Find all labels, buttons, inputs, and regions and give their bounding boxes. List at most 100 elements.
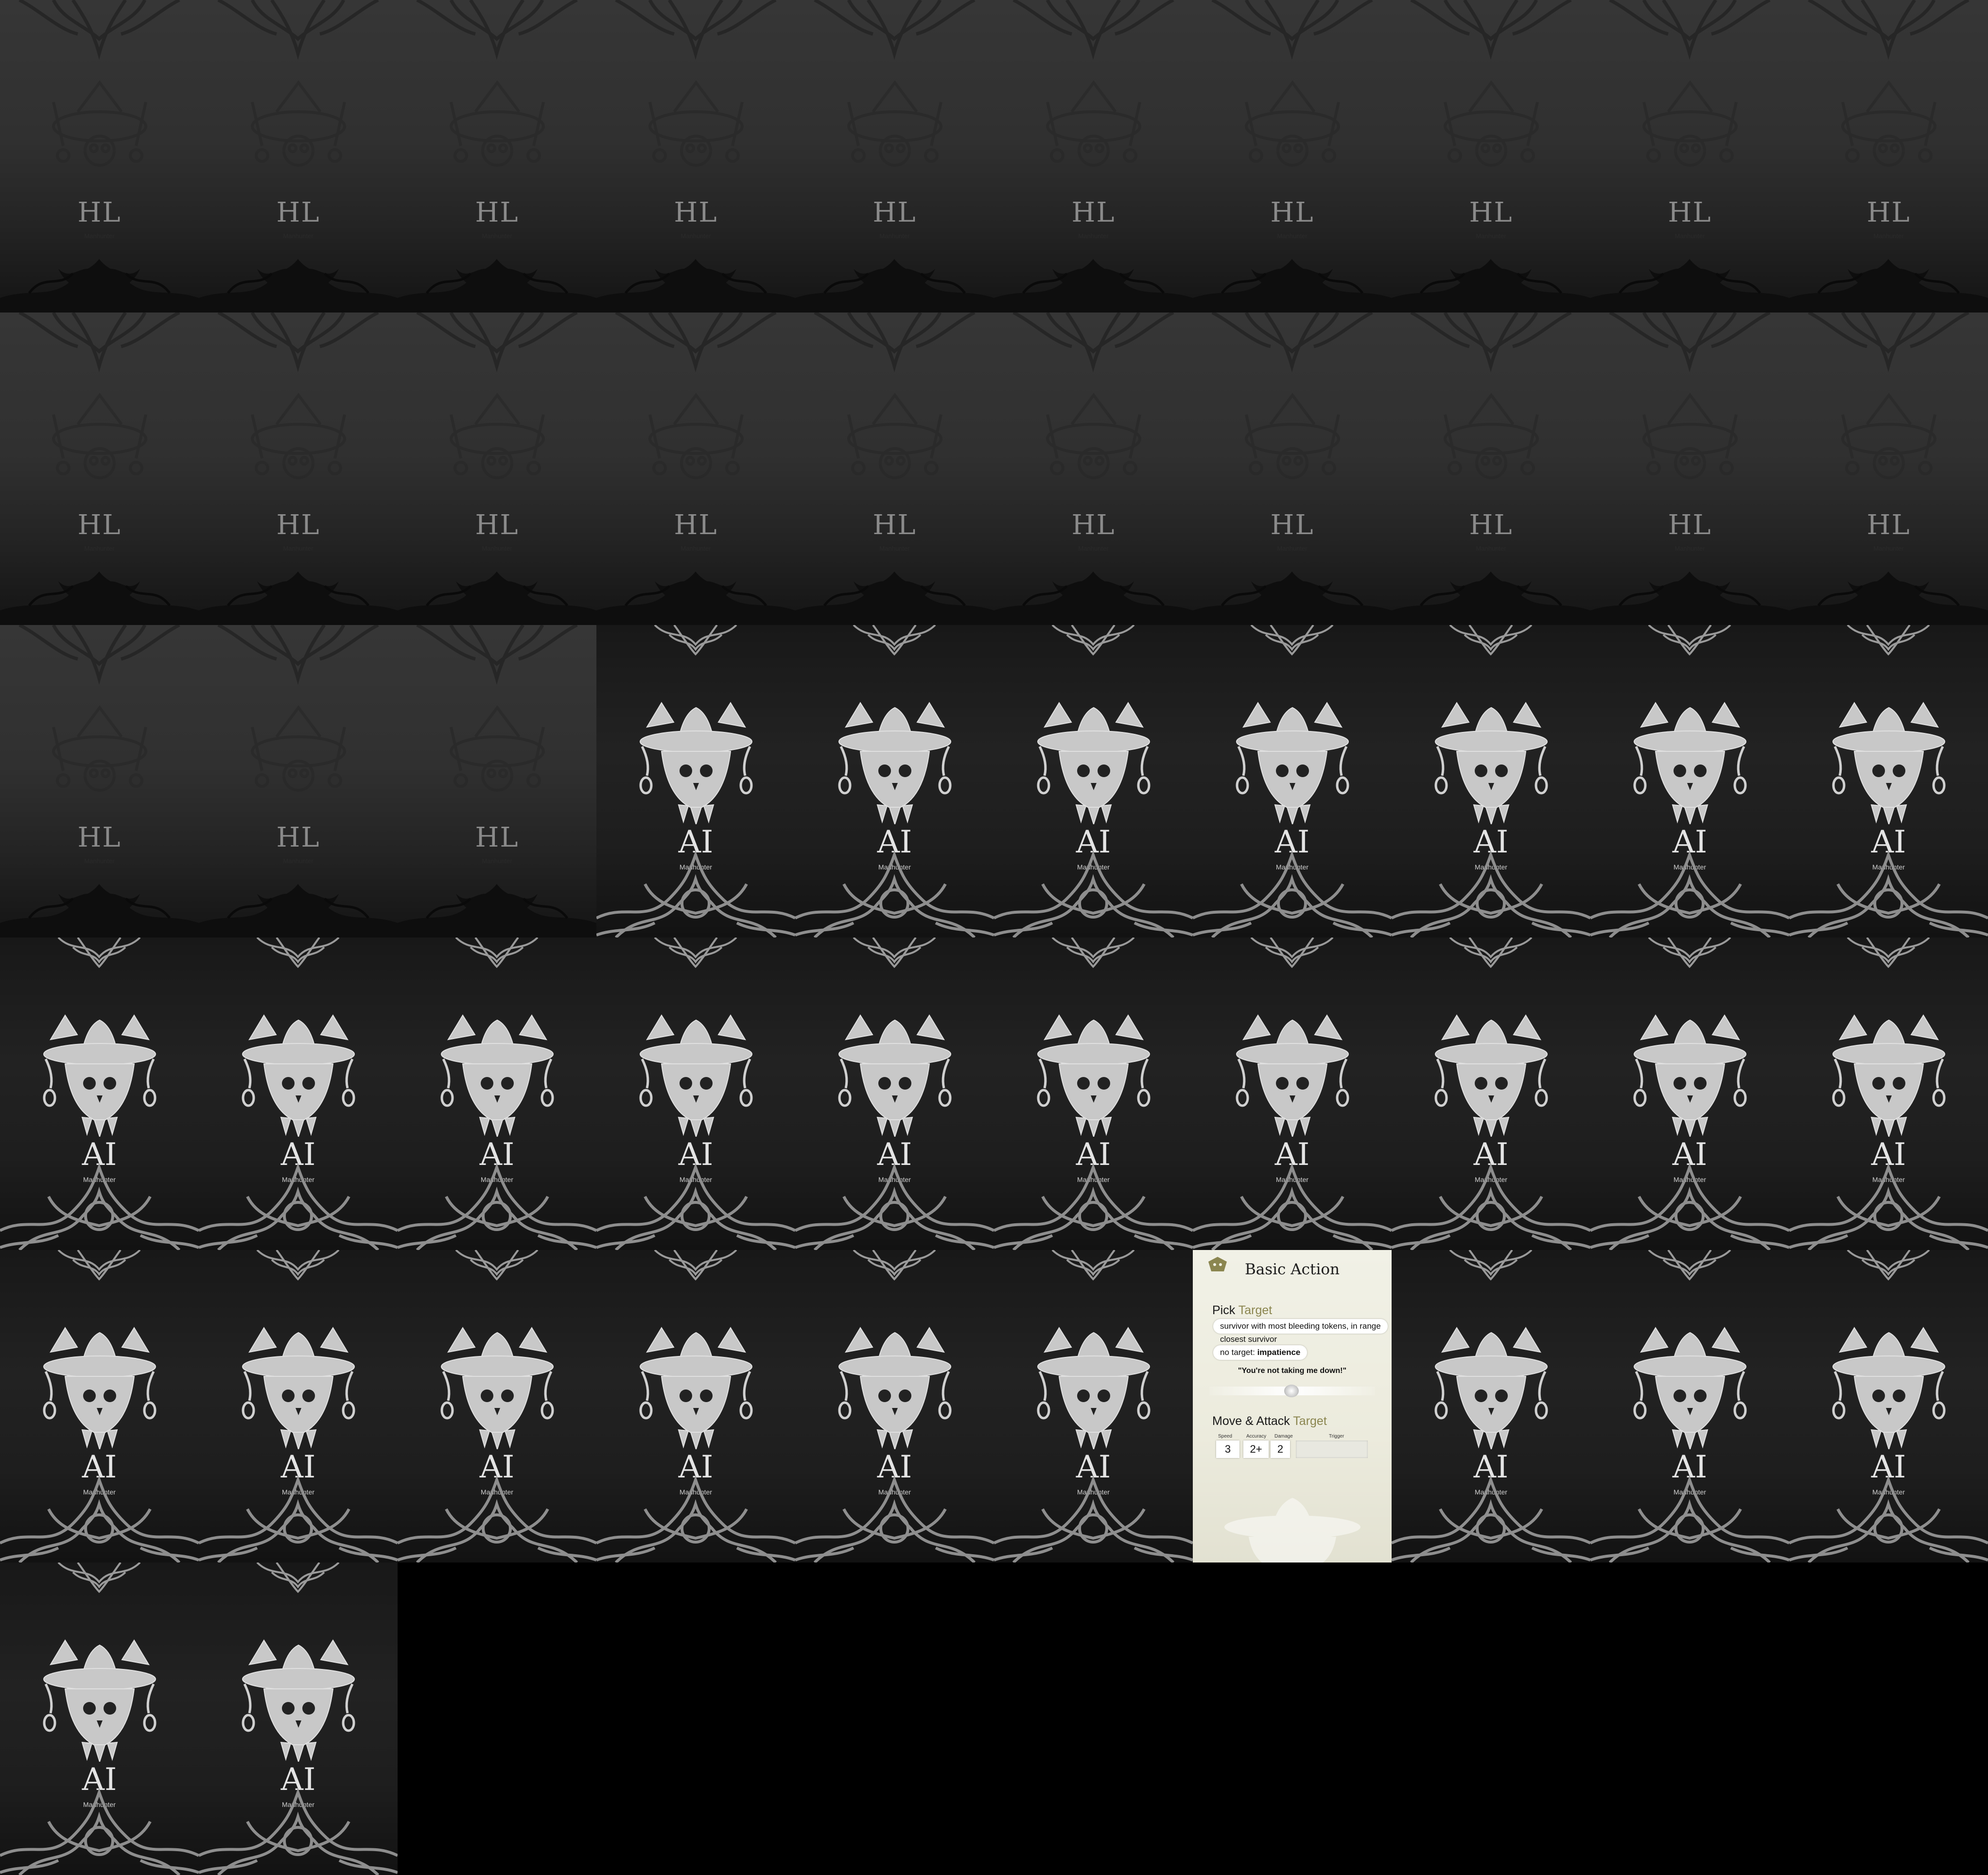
manhunter-skull-emblem bbox=[251, 393, 346, 479]
ai-card-back[interactable]: AI Manhunter bbox=[1789, 938, 1988, 1250]
hl-card-back[interactable]: HL Manhunter bbox=[1590, 312, 1789, 625]
hl-card-back[interactable]: HL Manhunter bbox=[0, 625, 199, 938]
hl-card-back[interactable]: HL Manhunter bbox=[795, 0, 994, 312]
manhunter-skull-emblem bbox=[1642, 80, 1738, 167]
manhunter-skull-emblem bbox=[1841, 393, 1936, 479]
ai-card-back[interactable]: AI Manhunter bbox=[994, 1250, 1193, 1562]
ai-card-back[interactable]: AI Manhunter bbox=[596, 625, 795, 938]
basic-action-card[interactable]: Basic Action Pick Target survivor with m… bbox=[1193, 1250, 1392, 1562]
ai-card-back[interactable]: AI Manhunter bbox=[0, 938, 199, 1250]
ai-card-back[interactable]: AI Manhunter bbox=[398, 938, 596, 1250]
card-type-code: HL bbox=[1668, 197, 1712, 228]
hl-card-back[interactable]: HL Manhunter bbox=[1392, 0, 1590, 312]
hl-card-back[interactable]: HL Manhunter bbox=[199, 0, 398, 312]
hl-card-back[interactable]: HL Manhunter bbox=[0, 312, 199, 625]
hl-card-back[interactable]: HL Manhunter bbox=[596, 0, 795, 312]
monster-name: Manhunter bbox=[1476, 545, 1506, 552]
filigree-bottom-ornament bbox=[1193, 850, 1392, 938]
ai-card-back[interactable]: AI Manhunter bbox=[199, 1250, 398, 1562]
hl-card-back[interactable]: HL Manhunter bbox=[1392, 312, 1590, 625]
speed-value: 3 bbox=[1216, 1441, 1239, 1458]
hl-card-back[interactable]: HL Manhunter bbox=[994, 312, 1193, 625]
manhunter-skull-emblem bbox=[43, 1327, 157, 1449]
ai-card-back[interactable]: AI Manhunter bbox=[1193, 625, 1392, 938]
ai-card-back[interactable]: AI Manhunter bbox=[994, 938, 1193, 1250]
filigree-bottom-ornament bbox=[0, 1475, 199, 1562]
monster-name: Manhunter bbox=[84, 545, 115, 552]
filigree-bottom-ornament bbox=[1193, 259, 1392, 312]
card-title: Basic Action bbox=[1244, 1261, 1340, 1278]
filigree-top-ornament bbox=[256, 938, 340, 968]
ai-card-back[interactable]: AI Manhunter bbox=[795, 938, 994, 1250]
ai-card-back[interactable]: AI Manhunter bbox=[398, 1250, 596, 1562]
hl-card-back[interactable]: HL Manhunter bbox=[596, 312, 795, 625]
hl-card-back[interactable]: HL Manhunter bbox=[398, 625, 596, 938]
manhunter-skull-emblem bbox=[1245, 393, 1340, 479]
ai-card-back[interactable]: AI Manhunter bbox=[795, 1250, 994, 1562]
manhunter-skull-emblem bbox=[440, 1014, 554, 1137]
filigree-bottom-ornament bbox=[1392, 572, 1590, 625]
hl-card-back[interactable]: HL Manhunter bbox=[1193, 312, 1392, 625]
ai-card-back[interactable]: AI Manhunter bbox=[199, 1562, 398, 1875]
divider-knob-icon bbox=[1284, 1385, 1299, 1397]
monster-name: Manhunter bbox=[1873, 232, 1904, 240]
filigree-top-ornament bbox=[853, 625, 936, 656]
filigree-bottom-ornament bbox=[0, 1788, 199, 1875]
filigree-bottom-ornament bbox=[596, 850, 795, 938]
ai-card-back[interactable]: AI Manhunter bbox=[1590, 1250, 1789, 1562]
ai-card-back[interactable]: AI Manhunter bbox=[1789, 625, 1988, 938]
card-type-code: HL bbox=[674, 509, 718, 541]
monster-name: Manhunter bbox=[1277, 545, 1308, 552]
filigree-top-ornament bbox=[1449, 625, 1533, 656]
ai-card-back[interactable]: AI Manhunter bbox=[596, 1250, 795, 1562]
card-type-code: HL bbox=[1071, 509, 1116, 541]
filigree-top-ornament bbox=[654, 938, 737, 968]
filigree-bottom-ornament bbox=[1590, 1475, 1789, 1562]
filigree-top-ornament bbox=[1847, 625, 1930, 656]
filigree-bottom-ornament bbox=[1590, 1163, 1789, 1250]
hl-card-back[interactable]: HL Manhunter bbox=[398, 312, 596, 625]
hl-card-back[interactable]: HL Manhunter bbox=[1789, 0, 1988, 312]
hl-card-back[interactable]: HL Manhunter bbox=[0, 0, 199, 312]
target-option-2: closest survivor bbox=[1220, 1335, 1277, 1344]
filigree-bottom-ornament bbox=[398, 259, 596, 312]
hl-card-back[interactable]: HL Manhunter bbox=[1590, 0, 1789, 312]
ai-card-back[interactable]: AI Manhunter bbox=[1392, 1250, 1590, 1562]
manhunter-skull-emblem bbox=[440, 1327, 554, 1449]
hl-card-back[interactable]: HL Manhunter bbox=[199, 312, 398, 625]
manhunter-skull-emblem bbox=[1046, 393, 1141, 479]
ai-card-back[interactable]: AI Manhunter bbox=[1590, 625, 1789, 938]
ai-card-back[interactable]: AI Manhunter bbox=[1392, 625, 1590, 938]
hl-card-back[interactable]: HL Manhunter bbox=[994, 0, 1193, 312]
manhunter-skull-emblem bbox=[1434, 1327, 1548, 1449]
manhunter-skull-emblem bbox=[838, 1014, 952, 1137]
filigree-top-ornament bbox=[1609, 312, 1771, 372]
hl-card-back[interactable]: HL Manhunter bbox=[795, 312, 994, 625]
filigree-top-ornament bbox=[1250, 625, 1334, 656]
ai-card-back[interactable]: AI Manhunter bbox=[1392, 938, 1590, 1250]
ai-card-back[interactable]: AI Manhunter bbox=[795, 625, 994, 938]
ai-card-back[interactable]: AI Manhunter bbox=[0, 1250, 199, 1562]
monster-name: Manhunter bbox=[283, 857, 314, 865]
filigree-top-ornament bbox=[1410, 312, 1572, 372]
ai-card-back[interactable]: AI Manhunter bbox=[1590, 938, 1789, 1250]
filigree-top-ornament bbox=[1847, 938, 1930, 968]
hl-card-back[interactable]: HL Manhunter bbox=[1789, 312, 1988, 625]
ai-card-back[interactable]: AI Manhunter bbox=[0, 1562, 199, 1875]
monster-name: Manhunter bbox=[879, 232, 910, 240]
ai-card-back[interactable]: AI Manhunter bbox=[596, 938, 795, 1250]
filigree-bottom-ornament bbox=[0, 884, 199, 938]
manhunter-skull-emblem bbox=[1245, 80, 1340, 167]
ai-card-back[interactable]: AI Manhunter bbox=[1193, 938, 1392, 1250]
ai-card-back[interactable]: AI Manhunter bbox=[1789, 1250, 1988, 1562]
ai-card-back[interactable]: AI Manhunter bbox=[994, 625, 1193, 938]
hl-card-back[interactable]: HL Manhunter bbox=[398, 0, 596, 312]
card-type-code: HL bbox=[276, 197, 320, 228]
filigree-top-ornament bbox=[814, 312, 976, 372]
filigree-top-ornament bbox=[1609, 0, 1771, 60]
filigree-top-ornament bbox=[217, 312, 379, 372]
hl-card-back[interactable]: HL Manhunter bbox=[199, 625, 398, 938]
ai-card-back[interactable]: AI Manhunter bbox=[199, 938, 398, 1250]
hl-card-back[interactable]: HL Manhunter bbox=[1193, 0, 1392, 312]
monster-name: Manhunter bbox=[1873, 545, 1904, 552]
